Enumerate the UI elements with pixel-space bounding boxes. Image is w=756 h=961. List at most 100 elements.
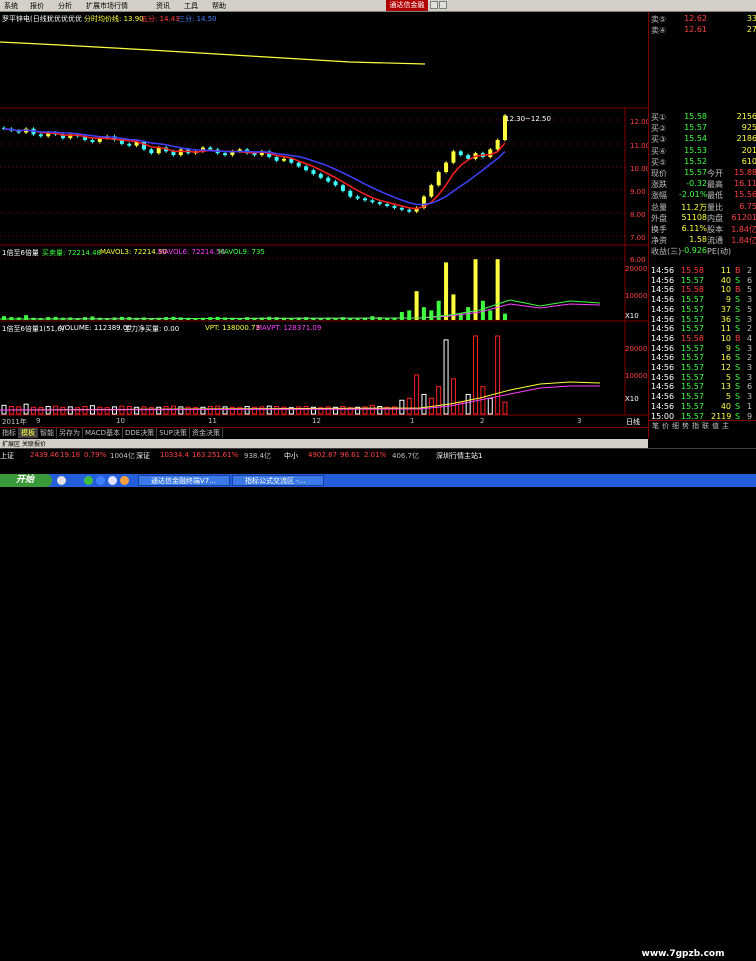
quicklaunch-icon-3[interactable] xyxy=(108,476,117,485)
extension-tab-bar: 扩展区 关联报价 xyxy=(0,439,648,448)
menu-tools[interactable]: 工具 xyxy=(184,1,198,11)
quote-tab[interactable]: 指 xyxy=(692,422,699,430)
stat-row: 外盘 51108 内盘 61201 xyxy=(651,212,756,224)
vpt-bar xyxy=(421,393,427,415)
stat-label: 换手 xyxy=(651,225,667,234)
quicklaunch-icon-1[interactable] xyxy=(84,476,93,485)
index-item: 96.61 xyxy=(340,451,361,459)
candle-body xyxy=(38,134,43,137)
tick-volume: 5 xyxy=(725,392,731,402)
tab-extension[interactable]: 扩展区 xyxy=(2,441,20,448)
vpt-bar xyxy=(399,399,405,415)
vpt-bar xyxy=(215,405,221,415)
quote-tab[interactable]: 主 xyxy=(722,422,729,430)
date-label-4: 12 xyxy=(312,417,321,425)
vpt-volume: VOLUME: 112389.00 xyxy=(60,324,132,332)
vpt-bar xyxy=(465,393,471,415)
tick-volume: 16 xyxy=(720,353,731,363)
indicator-tab-bar: 指标 模板 智能 另存为 MACD基本 DDE决策 SUP决策 资金决策 xyxy=(0,427,648,439)
buy-row: 买① 15.58 2156 xyxy=(651,112,756,123)
minimize-icon[interactable] xyxy=(430,1,438,9)
window-controls xyxy=(430,1,450,10)
quote-tab[interactable]: 势 xyxy=(682,422,689,430)
stat-row: 涨幅 -2.01% 最低 15.56 xyxy=(651,190,756,201)
quicklaunch-icon-2[interactable] xyxy=(96,476,105,485)
tick-price: 15.57 xyxy=(681,304,704,314)
period-label[interactable]: 日线 xyxy=(626,417,640,427)
candle-body xyxy=(90,140,95,142)
vpt-bar xyxy=(450,378,456,415)
buy-row: 买④ 15.53 201 xyxy=(651,146,756,157)
tick-count: 5 xyxy=(747,304,753,314)
stat-value: 51108 xyxy=(681,212,707,222)
tab-save-as[interactable]: 另存为 xyxy=(57,428,83,438)
close-icon[interactable] xyxy=(439,1,447,9)
vpt-bar xyxy=(104,407,110,415)
quote-tab[interactable]: 值 xyxy=(712,422,719,430)
tick-time: 14:56 xyxy=(651,314,675,324)
tick-time: 14:56 xyxy=(651,304,675,314)
candle-body xyxy=(355,196,360,199)
tick-price: 15.57 xyxy=(681,382,704,392)
menu-analysis[interactable]: 分析 xyxy=(58,1,72,11)
volume-bar xyxy=(429,310,434,320)
stat-label2: PE(动) xyxy=(707,247,732,257)
stat-label: 涨跌 xyxy=(651,180,667,190)
tick-time: 14:56 xyxy=(651,285,675,295)
start-button[interactable]: 开始 xyxy=(0,474,52,487)
menu-help[interactable]: 帮助 xyxy=(212,1,226,11)
buy-volume: 2156 xyxy=(736,112,756,121)
tab-dde[interactable]: DDE决策 xyxy=(123,428,158,438)
volume-bar xyxy=(488,310,493,320)
index-item: 4902.87 xyxy=(308,451,337,459)
mavol-line2 xyxy=(0,299,601,320)
tick-flag: S xyxy=(735,401,741,411)
vpt-tick-0: 20000 xyxy=(625,345,648,353)
tab-related-quote[interactable]: 关联报价 xyxy=(22,441,46,448)
tab-smart[interactable]: 智能 xyxy=(38,428,57,438)
stat-label: 总量 xyxy=(651,202,667,212)
indicator-options[interactable]: 优优优优优 xyxy=(47,14,82,24)
candle-body xyxy=(296,162,301,167)
menu-quote[interactable]: 报价 xyxy=(30,1,44,11)
volume-bar xyxy=(503,313,507,320)
tab-sup[interactable]: SUP决策 xyxy=(157,428,190,438)
taskbar-item-forum[interactable]: 指标公式交流区 -... xyxy=(232,475,324,486)
tick-time: 14:56 xyxy=(651,295,675,305)
tick-count: 6 xyxy=(747,382,753,392)
quote-tab[interactable]: 联 xyxy=(702,422,709,430)
vpt-bar xyxy=(473,335,479,415)
ma1-label: 五分: 14.43 xyxy=(141,15,180,23)
tick-time: 14:56 xyxy=(651,382,675,392)
quicklaunch-icon-4[interactable] xyxy=(120,476,129,485)
tab-indicator[interactable]: 指标 xyxy=(0,428,19,438)
stat-row: 总量 11.2万 量比 6.75 xyxy=(651,202,756,213)
buy-label: 买④ xyxy=(651,146,667,156)
quote-tab[interactable]: 细 xyxy=(672,422,679,430)
quote-tab[interactable]: 价 xyxy=(662,422,669,430)
quote-tab[interactable]: 笔 xyxy=(652,422,659,430)
tab-template[interactable]: 模板 xyxy=(19,428,38,438)
tab-fund[interactable]: 资金决策 xyxy=(190,428,223,438)
buy-label: 买① xyxy=(651,113,667,122)
tick-flag: S xyxy=(735,382,741,392)
kline-chart-area[interactable]: 罗平锌电(日线) 优优优优优 分时均价线: 13.90 五分: 14.43 三分… xyxy=(0,12,650,439)
index-ticker-bar: 上证 2439.46 19.18 0.79% 1004亿 深证 10334.4 163.25 1… xyxy=(0,448,756,462)
vpt-bar xyxy=(244,405,250,415)
menu-extended-market[interactable]: 扩展市场行情 xyxy=(86,1,128,11)
tick-volume: 11 xyxy=(720,324,731,334)
ie-quicklaunch-icon[interactable] xyxy=(57,476,66,485)
brand-logo: 通达信金融 xyxy=(386,0,428,11)
index-item: 19.18 xyxy=(60,451,81,459)
sell-price: 12.62 xyxy=(684,14,707,23)
sell-price: 12.61 xyxy=(684,25,707,34)
vpt-bar xyxy=(436,386,442,415)
menu-system[interactable]: 系统 xyxy=(4,1,18,11)
vpt-bar xyxy=(480,386,486,415)
taskbar-item-tdx[interactable]: 通达信金融终端V7... xyxy=(138,475,230,486)
menu-news[interactable]: 资讯 xyxy=(156,1,170,11)
tick-volume: 13 xyxy=(720,382,731,392)
chart-canvas[interactable] xyxy=(0,12,648,427)
index-item: 938.4亿 xyxy=(244,452,272,460)
tab-macd[interactable]: MACD基本 xyxy=(83,428,123,438)
